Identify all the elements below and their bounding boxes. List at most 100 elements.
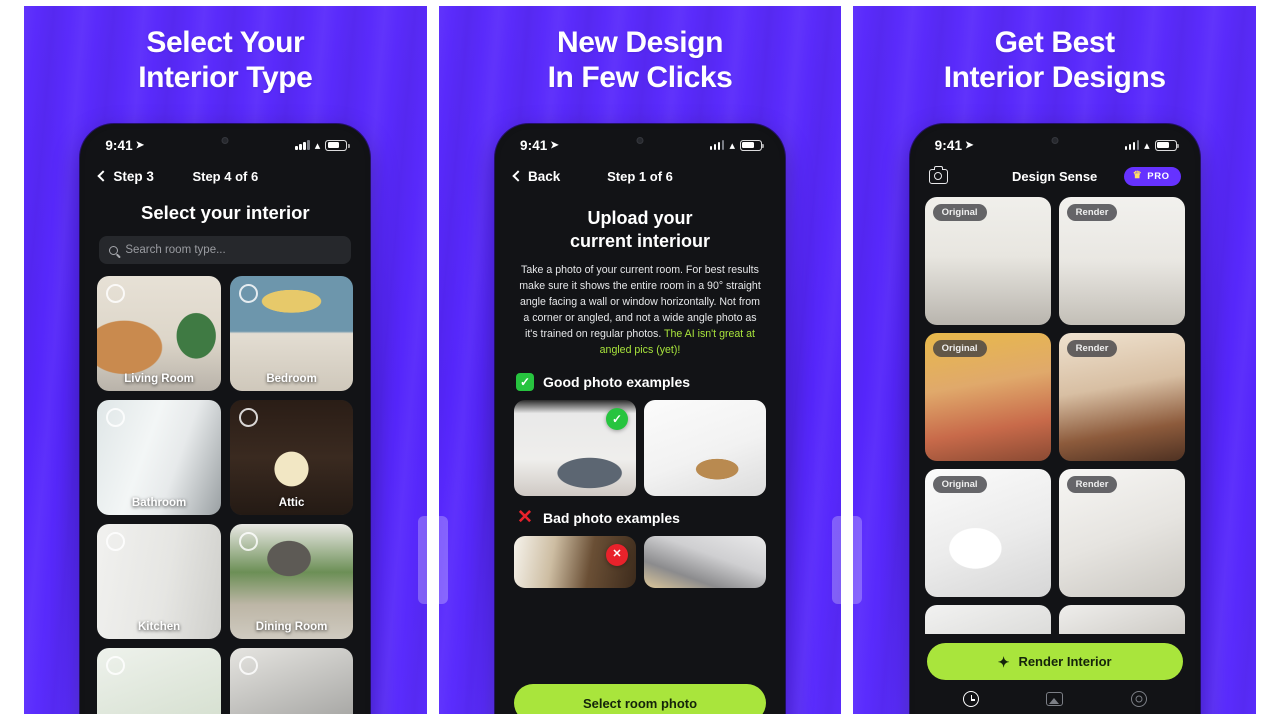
back-button-label: Step 3 — [113, 168, 154, 184]
bad-examples-heading: ✕ Bad photo examples — [500, 507, 780, 529]
camera-icon[interactable] — [928, 165, 948, 184]
room-card[interactable] — [229, 648, 354, 714]
room-card[interactable]: Living Room — [97, 276, 221, 391]
room-label: Attic — [278, 497, 305, 509]
promo-panel-1: Select Your Interior Type 9:41 ➤ ▴ Step … — [24, 6, 427, 714]
phone-side-button — [832, 516, 842, 604]
panel-3-headline-line2: Interior Designs — [943, 60, 1166, 94]
room-label: Dining Room — [255, 621, 328, 633]
camera-punch-hole — [1051, 137, 1059, 144]
search-input[interactable]: Search room type... — [99, 236, 352, 264]
render-tag: Render — [1066, 340, 1118, 357]
room-select-radio[interactable] — [106, 656, 126, 675]
room-select-radio[interactable] — [238, 532, 258, 551]
clock-icon — [929, 689, 1013, 709]
tab-my-renders-label: My Renders — [1013, 713, 1097, 714]
phone-side-button — [853, 516, 863, 604]
example-photo[interactable] — [644, 535, 766, 588]
example-photo[interactable] — [644, 399, 766, 496]
panel-1-headline-line2: Interior Type — [138, 60, 313, 94]
room-select-radio[interactable] — [106, 408, 126, 427]
search-placeholder: Search room type... — [125, 244, 226, 256]
crown-icon: ♛ — [1132, 170, 1143, 181]
select-room-photo-button[interactable]: Select room photo — [514, 684, 766, 714]
render-interior-button[interactable]: ✦ Render Interior — [926, 643, 1183, 680]
gear-icon — [1097, 689, 1181, 709]
camera-punch-hole — [221, 137, 229, 144]
room-card[interactable]: Attic — [229, 400, 354, 515]
tab-latest-renders[interactable]: Latest Renders — [929, 689, 1013, 714]
wifi-icon: ▴ — [1144, 139, 1150, 152]
promo-panel-2: New Design In Few Clicks 9:41 ➤ ▴ Back S… — [438, 6, 842, 714]
chevron-left-icon — [512, 170, 524, 182]
status-time: 9:41 — [105, 137, 133, 153]
panel-3-headline: Get Best Interior Designs — [853, 6, 1256, 95]
good-examples-grid: ✓ — [500, 399, 780, 496]
check-badge-icon: ✓ — [606, 407, 628, 430]
pro-badge[interactable]: ♛ PRO — [1123, 166, 1181, 186]
example-thumbnail — [644, 535, 766, 588]
render-card[interactable]: Original — [924, 197, 1051, 325]
room-card[interactable]: Dining Room — [229, 524, 354, 639]
tab-my-renders[interactable]: My Renders — [1013, 689, 1097, 714]
render-tag: Original — [932, 340, 987, 357]
room-card[interactable]: Kitchen — [97, 524, 221, 639]
renders-grid: Original Render Original Render Original… — [915, 197, 1195, 645]
render-card[interactable]: Render — [1058, 197, 1185, 325]
phone-3-screen: 9:41 ➤ ▴ Design Sense ♛ PRO Original Ren… — [914, 129, 1195, 714]
cellular-signal-icon — [1124, 140, 1140, 150]
phone-2-screen: 9:41 ➤ ▴ Back Step 1 of 6 Upload your cu… — [500, 129, 780, 714]
photos-icon — [1013, 689, 1097, 709]
status-time-group: 9:41 ➤ — [520, 138, 559, 153]
phone-mockup-1: 9:41 ➤ ▴ Step 3 Step 4 of 6 Select your … — [80, 124, 371, 714]
location-arrow-icon: ➤ — [965, 139, 974, 151]
status-time: 9:41 — [934, 137, 963, 153]
render-card[interactable]: Original — [924, 469, 1051, 597]
nav-bar: Step 3 Step 4 of 6 — [85, 159, 365, 193]
page-title-line2: current interiour — [569, 230, 711, 251]
location-arrow-icon: ➤ — [135, 139, 145, 151]
promo-panel-3: Get Best Interior Designs 9:41 ➤ ▴ Desig… — [853, 6, 1257, 714]
status-indicators: ▴ — [1124, 139, 1180, 152]
room-select-radio[interactable] — [106, 532, 126, 551]
page-title: Upload your current interiour — [516, 207, 764, 252]
room-label: Kitchen — [137, 621, 181, 633]
room-card[interactable]: Bedroom — [229, 276, 354, 391]
room-card[interactable]: Bathroom — [97, 400, 221, 515]
render-card[interactable]: Render — [1058, 333, 1185, 461]
render-card[interactable]: Render — [1058, 469, 1185, 597]
status-indicators: ▴ — [295, 139, 350, 152]
sparkle-icon: ✦ — [997, 653, 1010, 670]
tab-bar: Latest Renders My Renders Settings — [927, 680, 1183, 714]
select-room-photo-label: Select room photo — [582, 695, 698, 711]
render-tag: Render — [1066, 476, 1118, 493]
room-select-radio[interactable] — [238, 408, 258, 427]
battery-icon — [325, 139, 350, 151]
room-select-radio[interactable] — [238, 284, 258, 303]
red-cross-icon: ✕ — [517, 507, 533, 529]
back-button[interactable]: Back — [512, 169, 560, 184]
render-tag: Original — [932, 476, 987, 493]
nav-bar: Back Step 1 of 6 — [500, 159, 780, 193]
example-photo[interactable]: ✕ — [514, 535, 636, 588]
status-bar: 9:41 ➤ ▴ — [500, 129, 780, 159]
room-card[interactable] — [97, 648, 221, 714]
status-time: 9:41 — [520, 137, 548, 153]
tab-settings[interactable]: Settings — [1097, 689, 1181, 714]
search-icon — [109, 245, 119, 255]
panel-3-headline-line1: Get Best — [994, 26, 1116, 59]
back-button[interactable]: Step 3 — [97, 168, 154, 184]
render-interior-label: Render Interior — [1018, 654, 1112, 669]
status-bar: 9:41 ➤ ▴ — [85, 129, 365, 159]
cellular-signal-icon — [295, 140, 310, 150]
room-select-radio[interactable] — [238, 656, 258, 675]
phone-mockup-3: 9:41 ➤ ▴ Design Sense ♛ PRO Original Ren… — [909, 124, 1200, 714]
good-examples-heading: ✓ Good photo examples — [500, 372, 780, 391]
room-select-radio[interactable] — [106, 284, 126, 303]
page-title-line1: Upload your — [587, 208, 693, 228]
render-tag: Original — [932, 204, 987, 221]
render-card[interactable]: Original — [924, 333, 1051, 461]
tab-latest-renders-label: Latest Renders — [929, 713, 1013, 714]
instructions-paragraph: Take a photo of your current room. For b… — [516, 262, 764, 359]
example-photo[interactable]: ✓ — [514, 399, 636, 496]
